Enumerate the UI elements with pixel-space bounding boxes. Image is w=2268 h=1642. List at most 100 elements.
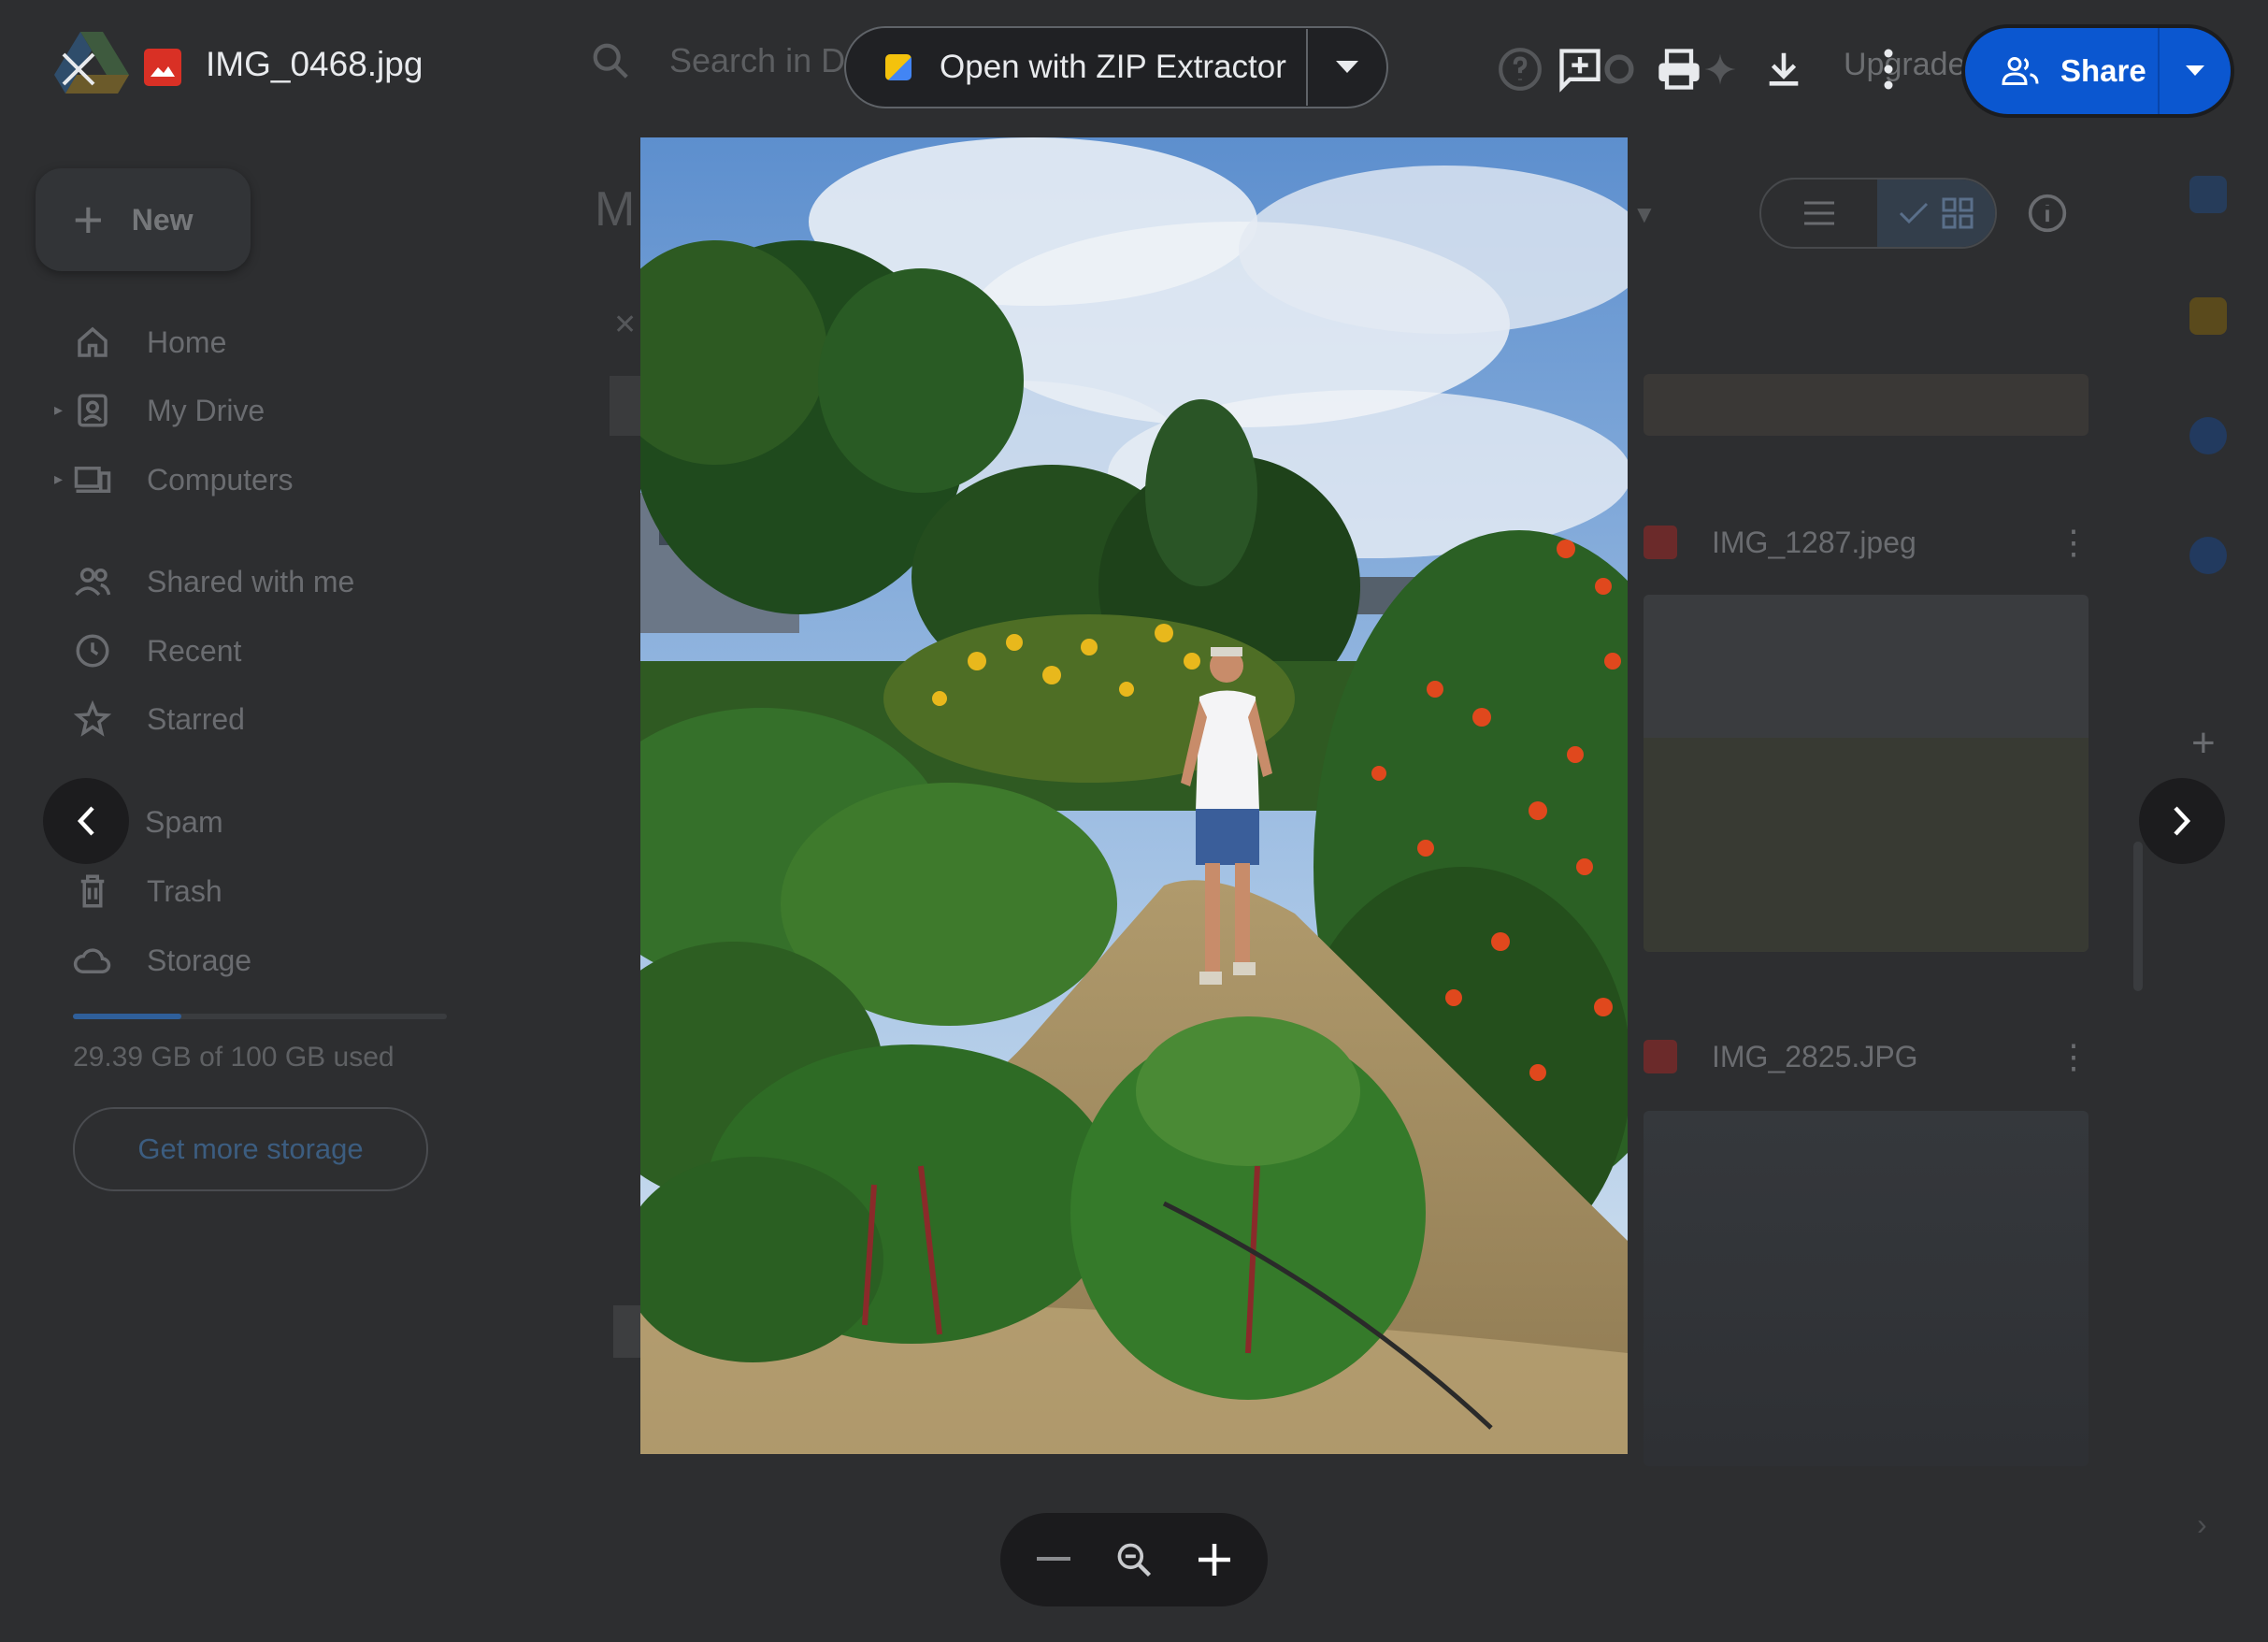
minus-icon <box>1037 1557 1070 1561</box>
zoom-reset-button[interactable] <box>1101 1527 1167 1592</box>
sidebar-item-label: Spam <box>145 804 223 839</box>
file-thumbnail[interactable] <box>1644 595 2089 952</box>
open-with-dropdown[interactable] <box>1308 28 1386 107</box>
search-bar[interactable]: Search in D <box>589 39 845 82</box>
home-icon <box>78 326 108 357</box>
sidebar-item-storage[interactable]: Storage <box>73 936 251 985</box>
sort-dropdown-icon[interactable]: ▼ <box>1632 200 1657 229</box>
people-icon <box>2002 57 2039 85</box>
view-toggle[interactable] <box>1759 178 1997 249</box>
sidebar-item-label: Computers <box>147 462 294 497</box>
file-card-header[interactable]: IMG_1287.jpeg ⋮ <box>1644 514 2090 570</box>
tasks-icon[interactable] <box>2189 417 2227 454</box>
zip-extractor-icon <box>885 54 912 80</box>
sidebar-item-home[interactable]: Home <box>73 318 226 367</box>
garden-photo <box>640 137 1628 1454</box>
sidebar-item-shared[interactable]: Shared with me <box>73 557 354 606</box>
sidebar-item-recent[interactable]: Recent <box>73 627 241 675</box>
grid-icon <box>1942 197 1974 229</box>
download-icon <box>1769 52 1799 86</box>
storage-progress-bar <box>73 1014 447 1019</box>
more-vert-icon[interactable]: ⋮ <box>2057 523 2090 562</box>
more-actions-button[interactable] <box>1860 41 1916 97</box>
close-viewer-button[interactable] <box>49 39 108 99</box>
close-icon <box>62 52 95 86</box>
download-button[interactable] <box>1756 41 1812 97</box>
open-with-split-button[interactable]: Open with ZIP Extractor <box>844 26 1388 108</box>
file-name: IMG_2825.JPG <box>1712 1039 1918 1073</box>
file-thumbnail[interactable] <box>1644 1111 2089 1466</box>
zoom-in-button[interactable] <box>1182 1527 1247 1592</box>
list-view-button[interactable] <box>1761 180 1877 247</box>
storage-usage-text: 29.39 GB of 100 GB used <box>73 1042 395 1073</box>
sidebar-item-computers[interactable]: Computers <box>73 455 294 504</box>
zoom-out-button[interactable] <box>1021 1527 1086 1592</box>
image-file-icon <box>144 49 181 86</box>
open-with-button[interactable]: Open with ZIP Extractor <box>846 28 1306 107</box>
next-file-button[interactable] <box>2139 778 2225 864</box>
photo-preview <box>640 137 1628 1454</box>
shared-icon <box>75 568 111 597</box>
plus-icon: + <box>73 190 104 249</box>
clock-icon <box>76 634 109 668</box>
trash-icon <box>80 874 105 908</box>
page-title: M <box>595 182 636 237</box>
thumbnail-fragment <box>613 1305 641 1358</box>
image-file-icon <box>1644 526 1677 559</box>
close-chip-icon[interactable]: ✕ <box>613 309 637 341</box>
calendar-icon[interactable] <box>2189 176 2227 213</box>
file-title: IMG_0468.jpg <box>206 45 423 83</box>
more-vert-icon[interactable]: ⋮ <box>2057 1037 2090 1076</box>
chevron-right-icon[interactable]: › <box>2197 1507 2207 1542</box>
sidebar-item-label: Recent <box>147 633 242 668</box>
sidebar-item-label: Trash <box>147 873 222 908</box>
new-button[interactable]: + New <box>36 168 251 271</box>
contacts-icon[interactable] <box>2189 537 2227 574</box>
previous-file-button[interactable] <box>43 778 129 864</box>
thumbnail-fragment <box>610 376 641 436</box>
more-vert-icon <box>1884 49 1893 90</box>
computers-icon <box>74 467 111 493</box>
info-icon[interactable] <box>2027 193 2068 238</box>
settings-icon[interactable] <box>1591 41 1647 97</box>
file-card-header[interactable]: IMG_2825.JPG ⋮ <box>1644 1029 2090 1085</box>
caret-down-icon <box>1336 61 1358 73</box>
expand-caret-icon[interactable]: ▸ <box>54 469 63 489</box>
caret-down-icon <box>2186 65 2204 76</box>
sidebar-item-label: My Drive <box>147 393 266 427</box>
plus-icon <box>1199 1544 1230 1576</box>
star-icon <box>73 699 112 737</box>
zoom-icon <box>1117 1543 1152 1577</box>
share-label: Share <box>2060 53 2146 88</box>
sidebar-item-starred[interactable]: Starred <box>73 695 245 743</box>
check-icon <box>1899 202 1929 224</box>
sidebar-item-my-drive[interactable]: My Drive <box>73 386 265 435</box>
open-with-label: Open with ZIP Extractor <box>940 49 1286 85</box>
sidebar-item-trash[interactable]: Trash <box>73 867 222 915</box>
file-thumbnail[interactable] <box>1644 374 2089 436</box>
cloud-icon <box>73 948 111 973</box>
sidebar-item-label: Starred <box>147 701 245 736</box>
get-more-storage-button[interactable]: Get more storage <box>73 1107 428 1191</box>
expand-caret-icon[interactable]: ▸ <box>54 400 63 420</box>
share-split-button[interactable]: Share <box>1965 28 2231 114</box>
help-icon[interactable] <box>1492 41 1548 97</box>
scrollbar[interactable] <box>2133 842 2143 991</box>
storage-progress-fill <box>73 1014 181 1019</box>
chevron-left-icon <box>77 806 94 836</box>
sidebar-item-label: Storage <box>147 943 252 977</box>
grid-view-button[interactable] <box>1877 180 1995 247</box>
search-placeholder: Search in D <box>669 41 846 79</box>
share-button[interactable]: Share <box>1965 28 2158 114</box>
file-name: IMG_1287.jpeg <box>1712 525 1916 559</box>
add-addon-icon[interactable]: + <box>2191 720 2216 767</box>
list-icon <box>1804 201 1834 225</box>
search-icon <box>593 43 628 79</box>
my-drive-icon <box>78 394 108 427</box>
sidebar-item-label: Home <box>147 324 227 359</box>
keep-icon[interactable] <box>2189 297 2227 335</box>
sparkle-icon[interactable] <box>1692 41 1748 97</box>
new-button-label: New <box>131 202 194 237</box>
zoom-controls <box>1000 1513 1268 1606</box>
sidebar-item-label: Shared with me <box>147 564 355 598</box>
